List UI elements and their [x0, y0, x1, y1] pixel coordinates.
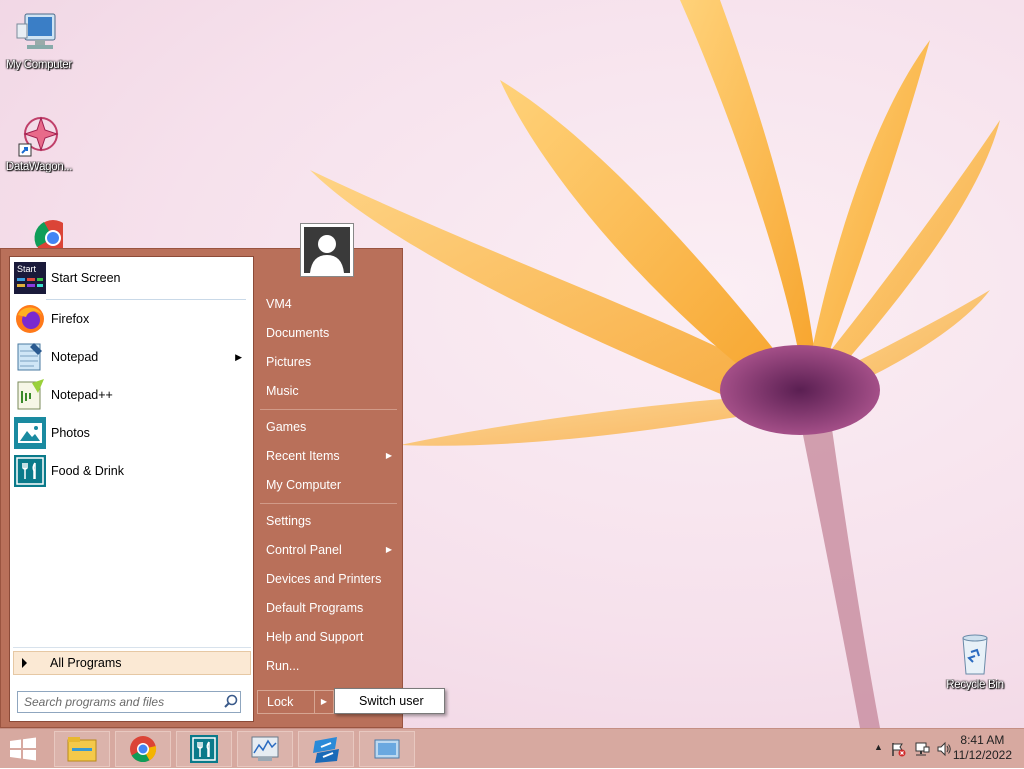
- separator: [260, 409, 397, 410]
- lock-button[interactable]: Lock: [257, 690, 315, 714]
- taskbar-button-performance-monitor[interactable]: [237, 731, 293, 767]
- pinned-item-photos[interactable]: Photos: [14, 416, 248, 450]
- start-right-item-run[interactable]: Run...: [260, 653, 398, 679]
- start-right-item-games[interactable]: Games: [260, 414, 398, 440]
- start-right-item-vm4[interactable]: VM4: [260, 291, 398, 317]
- search-input[interactable]: [18, 692, 222, 712]
- photos-icon: [14, 417, 46, 449]
- right-item-label: Recent Items: [266, 449, 340, 463]
- expand-arrow-icon: [22, 658, 27, 668]
- desktop-icon-label: DataWagon...: [5, 161, 73, 173]
- start-right-item-help-support[interactable]: Help and Support: [260, 624, 398, 650]
- pinned-item-label: Notepad++: [51, 388, 113, 402]
- pinned-item-label: Firefox: [51, 312, 90, 326]
- start-right-item-recent-items[interactable]: Recent Items ▶: [260, 443, 398, 469]
- file-explorer-icon: [67, 735, 97, 763]
- start-right-item-control-panel[interactable]: Control Panel ▶: [260, 537, 398, 563]
- pinned-item-start-screen[interactable]: Start Start Screen: [14, 261, 248, 295]
- separator: [46, 299, 246, 300]
- user-avatar-icon: [304, 227, 350, 273]
- right-item-label: Control Panel: [266, 543, 342, 557]
- power-options-arrow-button[interactable]: ▶: [315, 690, 334, 714]
- firefox-icon: [14, 303, 46, 335]
- remote-desktop-icon: [311, 735, 341, 763]
- right-item-label: Devices and Printers: [266, 572, 382, 586]
- search-box[interactable]: [17, 691, 241, 713]
- windows-logo-icon: [10, 737, 36, 761]
- search-icon[interactable]: [222, 693, 240, 711]
- separator: [260, 503, 397, 504]
- pinned-item-label: Notepad: [51, 350, 99, 364]
- pinned-item-label: Food & Drink: [51, 464, 124, 478]
- right-item-label: Run...: [266, 659, 300, 673]
- clock[interactable]: 8:41 AM 11/12/2022: [953, 733, 1012, 763]
- user-account-picture[interactable]: [300, 223, 354, 277]
- start-button[interactable]: [8, 737, 38, 761]
- start-right-item-pictures[interactable]: Pictures: [260, 349, 398, 375]
- system-tray: ▲ 8:41 AM 11/12/2022: [844, 729, 1024, 769]
- pinned-item-notepad[interactable]: Notepad ▶: [14, 340, 248, 374]
- submenu-arrow-icon: ▶: [385, 451, 392, 460]
- right-item-label: Settings: [266, 514, 312, 528]
- taskbar-button-chrome[interactable]: [115, 731, 171, 767]
- start-right-item-documents[interactable]: Documents: [260, 320, 398, 346]
- notepad-plus-plus-icon: [14, 379, 46, 411]
- pinned-item-food-drink[interactable]: Food & Drink: [14, 454, 248, 488]
- right-item-label: Pictures: [266, 355, 312, 369]
- my-computer-icon: [15, 10, 63, 58]
- performance-monitor-icon: [250, 735, 280, 763]
- start-right-item-settings[interactable]: Settings: [260, 508, 398, 534]
- right-item-label: VM4: [266, 297, 292, 311]
- all-programs-button[interactable]: All Programs: [13, 651, 251, 675]
- show-hidden-icons-icon[interactable]: ▲: [874, 742, 883, 752]
- switch-user-menu-item[interactable]: Switch user: [334, 688, 445, 714]
- food-drink-icon: [189, 735, 219, 763]
- desktop-icon-my-computer[interactable]: My Computer: [0, 10, 78, 71]
- right-item-label: Documents: [266, 326, 330, 340]
- recycle-bin-icon: [951, 630, 999, 678]
- start-right-item-my-computer[interactable]: My Computer: [260, 472, 398, 498]
- pinned-item-firefox[interactable]: Firefox: [14, 302, 248, 336]
- taskbar-button-remote-desktop[interactable]: [298, 731, 354, 767]
- right-item-label: Default Programs: [266, 601, 364, 615]
- all-programs-label: All Programs: [50, 656, 122, 670]
- desktop-icon-recycle-bin[interactable]: Recycle Bin: [936, 630, 1014, 691]
- start-menu-left-pane: Start Start Screen Firefox Notepad ▶ Not…: [9, 256, 254, 722]
- start-icon-text: Start: [17, 264, 37, 274]
- action-center-flag-icon[interactable]: [890, 741, 906, 760]
- taskbar: ▲ 8:41 AM 11/12/2022: [0, 728, 1024, 768]
- food-drink-icon: [14, 455, 46, 487]
- right-item-label: Help and Support: [266, 630, 364, 644]
- start-right-item-default-programs[interactable]: Default Programs: [260, 595, 398, 621]
- desktop-icon-label: My Computer: [6, 59, 72, 71]
- taskbar-button-food-drink[interactable]: [176, 731, 232, 767]
- desktop-icon-label: Recycle Bin: [946, 679, 1004, 691]
- start-screen-icon: Start: [14, 262, 46, 294]
- datawagon-icon: [15, 112, 63, 160]
- start-right-item-devices-printers[interactable]: Devices and Printers: [260, 566, 398, 592]
- submenu-arrow-icon: ▶: [235, 351, 242, 362]
- window-app-icon: [372, 735, 402, 763]
- submenu-arrow-icon: ▶: [385, 545, 392, 554]
- network-icon[interactable]: [914, 741, 930, 760]
- desktop-icon-datawagon[interactable]: DataWagon...: [0, 112, 78, 173]
- right-item-label: Games: [266, 420, 307, 434]
- clock-date: 11/12/2022: [952, 748, 1012, 762]
- right-item-label: Music: [266, 384, 299, 398]
- pinned-item-label: Start Screen: [51, 271, 121, 285]
- chrome-icon: [128, 735, 158, 763]
- pinned-item-label: Photos: [51, 426, 90, 440]
- taskbar-button-window-app[interactable]: [359, 731, 415, 767]
- separator: [13, 647, 251, 648]
- volume-icon[interactable]: [936, 741, 952, 760]
- start-right-item-music[interactable]: Music: [260, 378, 398, 404]
- clock-time: 8:41 AM: [960, 733, 1005, 747]
- taskbar-button-file-explorer[interactable]: [54, 731, 110, 767]
- notepad-icon: [14, 341, 46, 373]
- right-item-label: My Computer: [266, 478, 342, 492]
- pinned-item-notepad-plus-plus[interactable]: Notepad++: [14, 378, 248, 412]
